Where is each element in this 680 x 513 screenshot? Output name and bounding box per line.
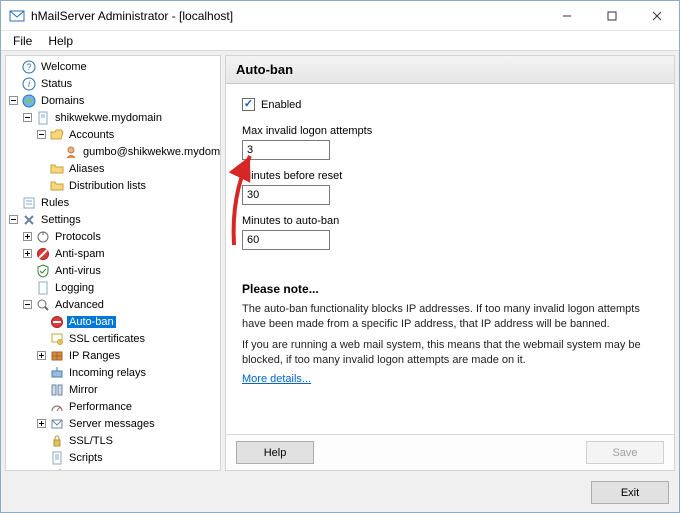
save-button[interactable]: Save (586, 441, 664, 464)
panel-title: Auto-ban (226, 56, 674, 84)
globe-icon (21, 93, 37, 109)
block-icon (49, 314, 65, 330)
tree-mirror[interactable]: Mirror (36, 381, 221, 398)
expand-icon[interactable] (36, 418, 47, 429)
app-window: hMailServer Administrator - [localhost] … (0, 0, 680, 513)
window-title: hMailServer Administrator - [localhost] (31, 9, 544, 23)
enabled-checkbox[interactable]: ✓ (242, 98, 255, 111)
welcome-icon: ? (21, 59, 37, 75)
tree-ipranges[interactable]: IP Ranges (36, 347, 221, 364)
collapse-icon[interactable] (22, 299, 33, 310)
magnifier-icon (35, 297, 51, 313)
tree-settings[interactable]: Settings (8, 211, 221, 228)
expand-icon[interactable] (22, 248, 33, 259)
tree-pane[interactable]: ? Welcome i Status Domains (5, 55, 221, 471)
folder-open-icon (49, 127, 65, 143)
certificate-icon (49, 331, 65, 347)
tree-distlists[interactable]: Distribution lists (36, 177, 221, 194)
collapse-icon[interactable] (8, 95, 19, 106)
minutes-reset-input[interactable] (242, 185, 330, 205)
bottom-bar: Exit (1, 475, 679, 512)
log-icon (35, 280, 51, 296)
maximize-button[interactable] (589, 1, 634, 30)
minutes-reset-label: Minutes before reset (242, 170, 658, 182)
more-details-link[interactable]: More details... (242, 373, 311, 385)
status-icon: i (21, 76, 37, 92)
shield-icon (35, 263, 51, 279)
expand-icon[interactable] (36, 350, 47, 361)
collapse-icon[interactable] (8, 214, 19, 225)
note-p1: The auto-ban functionality blocks IP add… (242, 302, 658, 332)
content-pane: Auto-ban ✓ Enabled Max invalid logon att… (225, 55, 675, 471)
note-title: Please note... (242, 282, 658, 296)
window-controls (544, 1, 679, 30)
lock-icon (49, 433, 65, 449)
tree-status[interactable]: i Status (8, 75, 221, 92)
tree-ssltls[interactable]: SSL/TLS (36, 432, 221, 449)
tree-welcome[interactable]: ? Welcome (8, 58, 221, 75)
tree-protocols[interactable]: Protocols (22, 228, 221, 245)
plug-icon (35, 229, 51, 245)
tree-aliases[interactable]: Aliases (36, 160, 221, 177)
tree-logging[interactable]: Logging (22, 279, 221, 296)
minutes-ban-label: Minutes to auto-ban (242, 215, 658, 227)
block-icon (35, 246, 51, 262)
folder-icon (49, 178, 65, 194)
tree-tcpip[interactable]: TCP/IP ports (36, 466, 221, 471)
tree-advanced[interactable]: Advanced (22, 296, 221, 313)
tree-scripts[interactable]: Scripts (36, 449, 221, 466)
help-button[interactable]: Help (236, 441, 314, 464)
max-attempts-input[interactable] (242, 140, 330, 160)
tree-domain-shikwekwe[interactable]: shikwekwe.mydomain (22, 109, 221, 126)
menu-help[interactable]: Help (40, 32, 81, 50)
firewall-icon (49, 348, 65, 364)
mirror-icon (49, 382, 65, 398)
user-icon (63, 144, 79, 160)
collapse-icon[interactable] (22, 112, 33, 123)
minutes-ban-input[interactable] (242, 230, 330, 250)
note-p2: If you are running a web mail system, th… (242, 338, 658, 368)
rules-icon (21, 195, 37, 211)
max-attempts-label: Max invalid logon attempts (242, 125, 658, 137)
mail-icon (49, 416, 65, 432)
folder-icon (49, 161, 65, 177)
tree-rules[interactable]: Rules (8, 194, 221, 211)
gauge-icon (49, 399, 65, 415)
tree-incomingrelays[interactable]: Incoming relays (36, 364, 221, 381)
tools-icon (21, 212, 37, 228)
menubar: File Help (1, 31, 679, 51)
document-icon (35, 110, 51, 126)
network-icon (49, 467, 65, 472)
tree-antivirus[interactable]: Anti-virus (22, 262, 221, 279)
svg-text:?: ? (26, 62, 31, 72)
body-split: ? Welcome i Status Domains (1, 51, 679, 475)
tree-autoban[interactable]: Auto-ban (36, 313, 221, 330)
close-button[interactable] (634, 1, 679, 30)
tree-performance[interactable]: Performance (36, 398, 221, 415)
exit-button[interactable]: Exit (591, 481, 669, 504)
script-icon (49, 450, 65, 466)
tree-accounts[interactable]: Accounts (36, 126, 221, 143)
collapse-icon[interactable] (36, 129, 47, 140)
tree-account-gumbo[interactable]: gumbo@shikwekwe.mydomain (50, 143, 221, 160)
minimize-button[interactable] (544, 1, 589, 30)
tree-sslcerts[interactable]: SSL certificates (36, 330, 221, 347)
titlebar: hMailServer Administrator - [localhost] (1, 1, 679, 31)
tree-antispam[interactable]: Anti-spam (22, 245, 221, 262)
tree-domains[interactable]: Domains (8, 92, 221, 109)
enabled-label: Enabled (261, 99, 301, 111)
menu-file[interactable]: File (5, 32, 40, 50)
app-icon (9, 8, 25, 24)
relay-icon (49, 365, 65, 381)
panel-footer: Help Save (226, 434, 674, 470)
tree-servermessages[interactable]: Server messages (36, 415, 221, 432)
expand-icon[interactable] (22, 231, 33, 242)
